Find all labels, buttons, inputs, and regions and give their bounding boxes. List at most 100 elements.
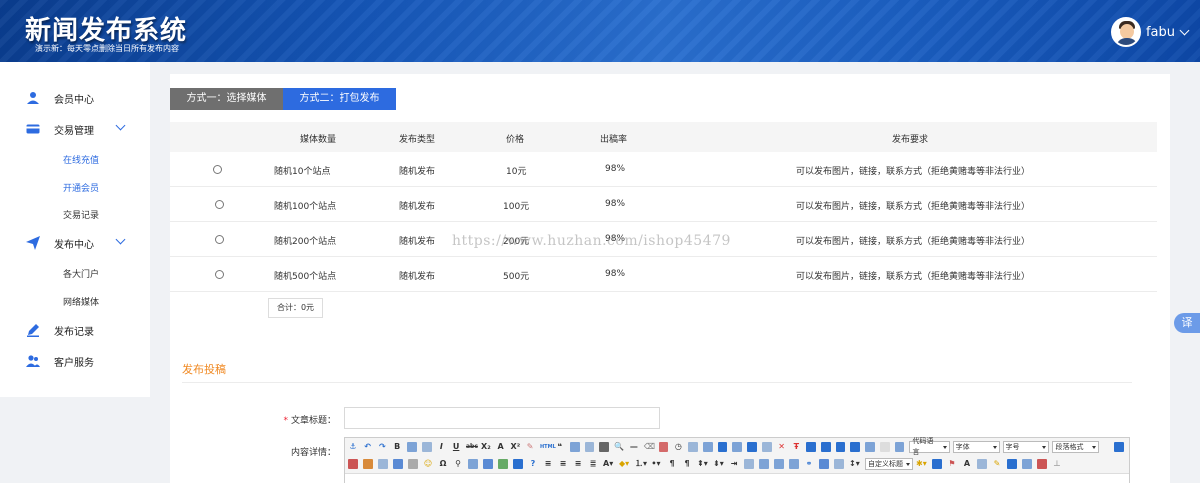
- article-title-input[interactable]: [344, 407, 660, 429]
- sidebar-item-customer-service[interactable]: 客户服务: [0, 350, 150, 372]
- username[interactable]: fabu: [1146, 25, 1175, 40]
- insert-row-icon[interactable]: [702, 442, 713, 452]
- table-row[interactable]: 随机500个站点 随机发布 500元 98% 可以发布图片，链接，联系方式（拒绝…: [170, 257, 1157, 292]
- delete-table-icon[interactable]: Ŧ: [791, 442, 801, 452]
- cell-align-icon[interactable]: [835, 442, 846, 452]
- snapscreen-icon[interactable]: [483, 459, 493, 469]
- sidebar-item-trade[interactable]: 交易管理: [0, 118, 150, 140]
- sidebar-subitem-recharge[interactable]: 在线充值: [63, 153, 99, 166]
- total-button[interactable]: 合计：0元: [268, 298, 323, 318]
- select-all-icon[interactable]: [584, 442, 595, 452]
- align-right-icon[interactable]: ≡: [573, 459, 583, 469]
- anchor-icon[interactable]: ⚓: [348, 442, 358, 452]
- insert-paragraph-icon[interactable]: [850, 442, 861, 452]
- package-radio[interactable]: [215, 200, 224, 209]
- table-row[interactable]: 随机10个站点 随机发布 10元 98% 可以发布图片，链接，联系方式（拒绝黄赌…: [170, 152, 1157, 187]
- undo-icon[interactable]: ↶: [363, 442, 373, 452]
- html-icon[interactable]: HTML: [540, 442, 556, 452]
- link-icon[interactable]: ⚭: [804, 459, 814, 469]
- table-props-icon[interactable]: [806, 442, 816, 452]
- line-height-icon[interactable]: ↕▾: [849, 459, 860, 469]
- sidebar-item-publish-records[interactable]: 发布记录: [0, 319, 150, 341]
- sidebar-subitem-open-membership[interactable]: 开通会员: [63, 181, 99, 194]
- emotion-icon[interactable]: ☺: [423, 459, 433, 469]
- print-icon[interactable]: [599, 442, 609, 452]
- blockquote-icon[interactable]: [421, 442, 432, 452]
- settings-icon[interactable]: ✱▾: [916, 459, 927, 469]
- rich-text-editor[interactable]: ⚓ ↶ ↷ B I U abc X₂ A X² ✎ HTML ❝ 🔍 — ⌫ ◷…: [344, 437, 1130, 483]
- video-icon[interactable]: [378, 459, 388, 469]
- search-replace-icon[interactable]: ⚲: [453, 459, 463, 469]
- code-icon[interactable]: [894, 442, 905, 452]
- font-color-icon[interactable]: A▾: [603, 459, 613, 469]
- subscript-icon[interactable]: X₂: [481, 442, 491, 452]
- user-menu[interactable]: fabu: [1110, 17, 1190, 47]
- format-icon[interactable]: [407, 442, 417, 452]
- chevron-down-icon[interactable]: [115, 120, 126, 131]
- time-icon[interactable]: ◷: [673, 442, 683, 452]
- unordered-list-icon[interactable]: •▾: [651, 459, 661, 469]
- split-cell-icon[interactable]: ✕: [777, 442, 787, 452]
- image-center-icon[interactable]: [789, 459, 799, 469]
- sidebar-subitem-web-media[interactable]: 网络媒体: [63, 295, 99, 308]
- strikethrough-icon[interactable]: abc: [466, 442, 478, 452]
- paste-icon[interactable]: [569, 442, 580, 452]
- indent-icon[interactable]: ⇥: [729, 459, 739, 469]
- ltr-icon[interactable]: ¶: [667, 459, 677, 469]
- delete-col-icon[interactable]: [747, 442, 757, 452]
- brush-icon[interactable]: ✎: [525, 442, 535, 452]
- avatar[interactable]: [1110, 17, 1141, 47]
- image-right-icon[interactable]: [774, 459, 784, 469]
- grid-icon[interactable]: [1022, 459, 1032, 469]
- merge-cells-icon[interactable]: [761, 442, 772, 452]
- sidebar-subitem-portals[interactable]: 各大门户: [63, 267, 99, 280]
- table-row[interactable]: 随机100个站点 随机发布 100元 98% 可以发布图片，链接，联系方式（拒绝…: [170, 187, 1157, 222]
- date-icon[interactable]: [658, 442, 669, 452]
- rtl-icon[interactable]: ¶: [682, 459, 692, 469]
- table-icon[interactable]: [688, 442, 698, 452]
- clear-format-icon[interactable]: A: [496, 442, 506, 452]
- font-size-select[interactable]: 字号: [1002, 441, 1050, 453]
- italic-icon[interactable]: I: [437, 442, 447, 452]
- background-icon[interactable]: [977, 459, 987, 469]
- paragraph-format-select[interactable]: 段落格式: [1052, 441, 1100, 453]
- charts-icon[interactable]: [1007, 459, 1017, 469]
- tab-package-publish[interactable]: 方式二：打包发布: [283, 88, 396, 110]
- help-icon[interactable]: ?: [528, 459, 538, 469]
- underline-icon[interactable]: U: [451, 442, 461, 452]
- font-family-select[interactable]: 字体: [952, 441, 1000, 453]
- map-icon[interactable]: [408, 459, 418, 469]
- chevron-down-icon[interactable]: [115, 234, 126, 245]
- preview-icon[interactable]: 🔍: [614, 442, 624, 452]
- drafts-icon[interactable]: [1037, 459, 1047, 469]
- align-left-icon[interactable]: ≡: [543, 459, 553, 469]
- cell-props-icon[interactable]: [820, 442, 831, 452]
- insert-frame-icon[interactable]: [834, 459, 844, 469]
- image-icon[interactable]: [348, 459, 358, 469]
- code-language-select[interactable]: 代码语言: [909, 437, 950, 456]
- fullscreen-icon[interactable]: [1114, 442, 1125, 452]
- horizontal-rule-icon[interactable]: —: [629, 442, 639, 452]
- package-radio[interactable]: [215, 235, 224, 244]
- spell-icon[interactable]: ⚑: [947, 459, 957, 469]
- delete-row-icon[interactable]: [717, 442, 728, 452]
- wordcount-icon[interactable]: [932, 459, 942, 469]
- sidebar-item-member-center[interactable]: 会员中心: [0, 87, 150, 109]
- align-center-icon[interactable]: ≡: [558, 459, 568, 469]
- ordered-list-icon[interactable]: ⒈▾: [635, 459, 647, 469]
- attachment-icon[interactable]: [393, 459, 403, 469]
- bg-color-icon[interactable]: ◆▾: [619, 459, 629, 469]
- scrawl-icon[interactable]: [468, 459, 478, 469]
- bold-icon[interactable]: B: [392, 442, 402, 452]
- align-justify-icon[interactable]: ≣: [588, 459, 598, 469]
- image-left-icon[interactable]: [759, 459, 769, 469]
- template-icon[interactable]: [879, 442, 890, 452]
- chevron-down-icon[interactable]: [1179, 25, 1190, 35]
- tab-select-media[interactable]: 方式一：选择媒体: [170, 88, 283, 110]
- sidebar-item-publish-center[interactable]: 发布中心: [0, 232, 150, 254]
- redo-icon[interactable]: ↷: [378, 442, 388, 452]
- eraser-icon[interactable]: ⌫: [644, 442, 655, 452]
- sidebar-subitem-trade-records[interactable]: 交易记录: [63, 208, 99, 221]
- package-radio[interactable]: [213, 165, 222, 174]
- translate-button[interactable]: 译: [1174, 313, 1200, 333]
